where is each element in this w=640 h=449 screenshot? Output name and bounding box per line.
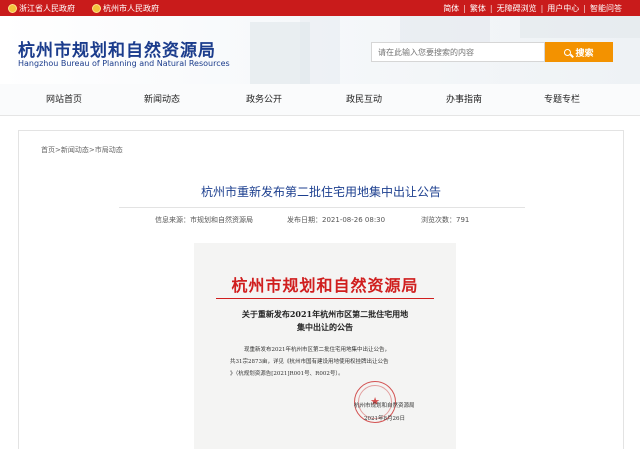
nav-item-interaction[interactable]: 政民互动	[346, 84, 382, 116]
nav-item-home[interactable]: 网站首页	[46, 84, 82, 116]
search-icon	[564, 48, 572, 56]
source-value: 市规划和自然资源局	[190, 216, 253, 224]
separator: |	[463, 3, 466, 13]
document-red-line	[216, 298, 434, 299]
nav-item-gov-affairs[interactable]: 政务公开	[246, 84, 282, 116]
building-background	[300, 16, 340, 84]
separator: |	[540, 3, 544, 13]
building-background	[520, 16, 640, 38]
building-background	[400, 16, 490, 42]
nav-item-news[interactable]: 新闻动态	[144, 84, 180, 116]
views-value: 791	[456, 216, 470, 224]
site-header: 杭州市规划和自然资源局 Hangzhou Bureau of Planning …	[0, 16, 640, 84]
link-simplified[interactable]: 简体	[443, 3, 459, 14]
document-body-line2: 共31宗2873亩，详见《杭州市国有建设用地使用权挂牌出让公告	[230, 359, 389, 365]
article-title: 杭州市重新发布第二批住宅用地集中出让公告	[200, 185, 441, 199]
article-date: 发布日期：2021-08-26 08:30	[287, 215, 385, 225]
separator: |	[489, 3, 493, 13]
divider	[119, 207, 525, 208]
document-sign-date: 2021年8月26日	[364, 416, 405, 422]
nav-item-special-topics[interactable]: 专题专栏	[544, 84, 580, 116]
top-bar: 浙江省人民政府 杭州市人民政府 简体 | 繁体 | 无障碍浏览 | 用户中心 |…	[0, 0, 640, 16]
document-sign-org: 杭州市规划和自然资源局	[354, 403, 415, 409]
site-subtitle: Hangzhou Bureau of Planning and Natural …	[18, 59, 230, 68]
date-value: 2021-08-26 08:30	[322, 216, 386, 224]
search-input[interactable]	[371, 42, 545, 62]
article-views: 浏览次数：791	[421, 215, 469, 225]
announcement-document-image: 杭州市规划和自然资源局 关于重新发布2021年杭州市区第二批住宅用地 集中出让的…	[194, 243, 456, 449]
link-traditional[interactable]: 繁体	[470, 3, 486, 14]
document-body-line1: 现重新发布2021年杭州市区第二批住宅用地集中出让公告，	[244, 347, 390, 353]
link-smart-qa[interactable]: 智能问答	[590, 3, 622, 14]
separator: |	[583, 3, 586, 13]
article-source: 信息来源：市规划和自然资源局	[155, 215, 253, 225]
breadcrumb[interactable]: 首页>新闻动态>市局动态	[41, 145, 123, 155]
top-links: 简体 | 繁体 | 无障碍浏览 | 用户中心 | 智能问答	[443, 2, 622, 14]
link-zhejiang-gov[interactable]: 浙江省人民政府	[8, 2, 75, 14]
document-body-line3: 》（杭规划资源告[2021]R001号、R002号）。	[230, 371, 344, 377]
link-hangzhou-gov[interactable]: 杭州市人民政府	[92, 2, 159, 14]
document-title-line1: 关于重新发布2021年杭州市区第二批住宅用地	[241, 309, 409, 319]
link-hangzhou-gov-label: 杭州市人民政府	[103, 3, 159, 13]
search-button-label: 搜索	[575, 47, 594, 58]
views-label: 浏览次数：	[421, 216, 456, 224]
national-emblem-icon	[8, 3, 17, 13]
document-org-header: 杭州市规划和自然资源局	[231, 276, 419, 295]
link-accessibility[interactable]: 无障碍浏览	[497, 3, 537, 14]
search-button[interactable]: 搜索	[545, 42, 613, 62]
site-title[interactable]: 杭州市规划和自然资源局	[18, 36, 216, 61]
main-nav: 网站首页 新闻动态 政务公开 政民互动 办事指南 专题专栏	[0, 84, 640, 116]
source-label: 信息来源：	[155, 216, 190, 224]
link-user-center[interactable]: 用户中心	[547, 3, 579, 14]
link-zhejiang-gov-label: 浙江省人民政府	[19, 3, 75, 13]
nav-item-service-guide[interactable]: 办事指南	[446, 84, 482, 116]
document-title-line2: 集中出让的公告	[297, 322, 353, 332]
national-emblem-icon	[92, 3, 101, 13]
date-label: 发布日期：	[287, 216, 322, 224]
article-container: 首页>新闻动态>市局动态 杭州市重新发布第二批住宅用地集中出让公告 信息来源：市…	[18, 130, 624, 449]
